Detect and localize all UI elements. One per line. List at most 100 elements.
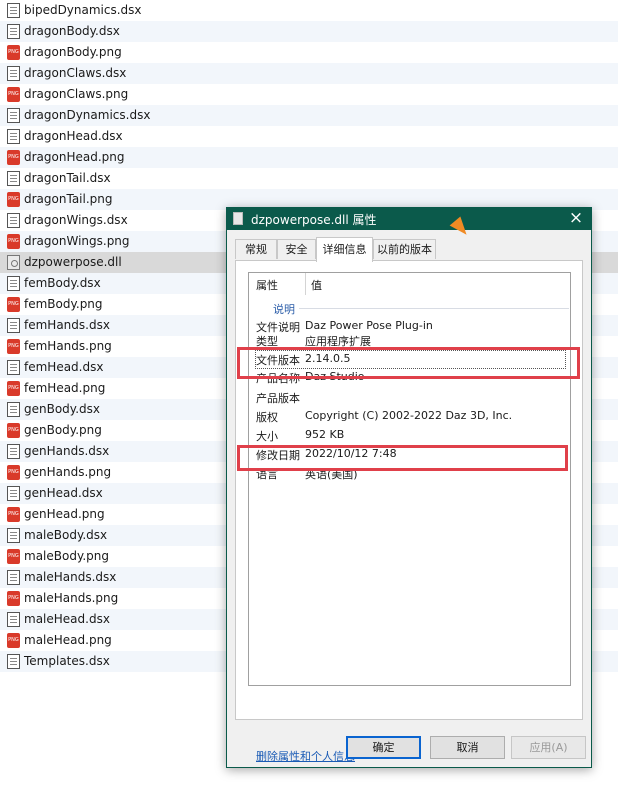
column-property[interactable]: 属性 xyxy=(256,277,278,293)
column-value[interactable]: 值 xyxy=(311,277,322,293)
property-list[interactable]: 属性 值 说明 文件说明 Daz Power Pose Plug-in 类型 应… xyxy=(248,272,571,686)
png-file-icon xyxy=(7,87,20,102)
highlight-file-version xyxy=(237,347,580,379)
file-name: genHands.dsx xyxy=(24,444,110,458)
dialog-title: dzpowerpose.dll 属性 xyxy=(251,213,377,227)
png-file-icon xyxy=(7,339,20,354)
file-name: dragonBody.dsx xyxy=(24,24,120,38)
file-name: dragonDynamics.dsx xyxy=(24,108,151,122)
file-name: maleHands.dsx xyxy=(24,570,117,584)
png-file-icon xyxy=(7,150,20,165)
property-value: Daz Power Pose Plug-in xyxy=(305,319,433,332)
file-row[interactable]: dragonHead.dsx xyxy=(0,126,618,147)
file-name: genHands.png xyxy=(24,465,112,479)
file-row[interactable]: dragonTail.dsx xyxy=(0,168,618,189)
file-name: femBody.dsx xyxy=(24,276,101,290)
document-file-icon xyxy=(7,486,20,501)
file-name: genBody.dsx xyxy=(24,402,100,416)
file-name: dragonWings.dsx xyxy=(24,213,128,227)
property-row-type[interactable]: 类型 应用程序扩展 xyxy=(249,335,570,347)
png-file-icon xyxy=(7,591,20,606)
png-file-icon xyxy=(7,507,20,522)
file-name: maleHead.dsx xyxy=(24,612,110,626)
file-name: dragonBody.png xyxy=(24,45,122,59)
column-divider[interactable] xyxy=(305,273,306,295)
details-panel: 属性 值 说明 文件说明 Daz Power Pose Plug-in 类型 应… xyxy=(235,260,583,763)
png-file-icon xyxy=(7,192,20,207)
png-file-icon xyxy=(7,234,20,249)
property-name: 大小 xyxy=(256,430,278,443)
file-name: maleBody.png xyxy=(24,549,109,563)
document-file-icon xyxy=(7,171,20,186)
file-name: dragonTail.dsx xyxy=(24,171,111,185)
property-row-product-version[interactable]: 产品版本 xyxy=(249,388,570,407)
close-icon[interactable]: × xyxy=(567,209,585,227)
file-row[interactable]: dragonClaws.png xyxy=(0,84,618,105)
remove-properties-link[interactable]: 删除属性和个人信息 xyxy=(256,748,355,764)
file-row[interactable]: dragonDynamics.dsx xyxy=(0,105,618,126)
file-name: bipedDynamics.dsx xyxy=(24,3,142,17)
file-row[interactable]: dragonClaws.dsx xyxy=(0,63,618,84)
document-file-icon xyxy=(7,444,20,459)
file-name: dragonClaws.dsx xyxy=(24,66,127,80)
dll-file-icon xyxy=(7,255,20,270)
apply-button[interactable]: 应用(A) xyxy=(511,736,586,759)
property-row-copyright[interactable]: 版权 Copyright (C) 2002-2022 Daz 3D, Inc. xyxy=(249,407,570,426)
document-file-icon xyxy=(7,360,20,375)
file-name: dragonWings.png xyxy=(24,234,130,248)
cancel-button[interactable]: 取消 xyxy=(430,736,505,759)
file-name: genBody.png xyxy=(24,423,102,437)
file-name: dzpowerpose.dll xyxy=(24,255,122,269)
document-file-icon xyxy=(7,24,20,39)
document-file-icon xyxy=(7,213,20,228)
tab-general[interactable]: 常规 xyxy=(235,239,277,259)
file-name: Templates.dsx xyxy=(24,654,110,668)
file-name: maleHead.png xyxy=(24,633,112,647)
document-file-icon xyxy=(7,612,20,627)
document-file-icon xyxy=(7,129,20,144)
property-row-size[interactable]: 大小 952 KB xyxy=(249,426,570,445)
property-name: 版权 xyxy=(256,411,278,424)
file-name: dragonHead.png xyxy=(24,150,125,164)
group-divider xyxy=(299,308,569,309)
property-name: 文件说明 xyxy=(256,321,300,334)
file-row[interactable]: bipedDynamics.dsx xyxy=(0,0,618,21)
file-row[interactable]: dragonBody.png xyxy=(0,42,618,63)
tab-security[interactable]: 安全 xyxy=(277,239,316,259)
file-name: dragonTail.png xyxy=(24,192,113,206)
property-name: 类型 xyxy=(256,335,278,347)
dialog-title-bar[interactable]: dzpowerpose.dll 属性 × xyxy=(227,208,591,230)
file-row[interactable]: dragonHead.png xyxy=(0,147,618,168)
file-icon xyxy=(233,212,243,225)
file-name: femHands.dsx xyxy=(24,318,110,332)
document-file-icon xyxy=(7,654,20,669)
png-file-icon xyxy=(7,465,20,480)
document-file-icon xyxy=(7,570,20,585)
png-file-icon xyxy=(7,549,20,564)
property-value: Copyright (C) 2002-2022 Daz 3D, Inc. xyxy=(305,409,513,422)
file-name: femHead.dsx xyxy=(24,360,104,374)
file-name: genHead.dsx xyxy=(24,486,103,500)
column-header: 属性 值 xyxy=(249,273,570,295)
png-file-icon xyxy=(7,381,20,396)
document-file-icon xyxy=(7,66,20,81)
highlight-date-modified xyxy=(237,445,568,471)
png-file-icon xyxy=(7,423,20,438)
property-value: 应用程序扩展 xyxy=(305,335,371,347)
properties-dialog: dzpowerpose.dll 属性 × 常规 安全 详细信息 以前的版本 属性… xyxy=(226,207,592,768)
png-file-icon xyxy=(7,633,20,648)
png-file-icon xyxy=(7,297,20,312)
ok-button[interactable]: 确定 xyxy=(346,736,421,759)
file-name: dragonClaws.png xyxy=(24,87,129,101)
file-name: femHead.png xyxy=(24,381,106,395)
tab-previous-versions[interactable]: 以前的版本 xyxy=(373,239,436,259)
document-file-icon xyxy=(7,108,20,123)
file-name: femHands.png xyxy=(24,339,112,353)
tab-details[interactable]: 详细信息 xyxy=(316,237,373,262)
group-description-label: 说明 xyxy=(273,303,295,316)
document-file-icon xyxy=(7,528,20,543)
document-file-icon xyxy=(7,402,20,417)
document-file-icon xyxy=(7,276,20,291)
file-row[interactable]: dragonBody.dsx xyxy=(0,21,618,42)
property-row-file-description[interactable]: 文件说明 Daz Power Pose Plug-in xyxy=(249,317,570,336)
